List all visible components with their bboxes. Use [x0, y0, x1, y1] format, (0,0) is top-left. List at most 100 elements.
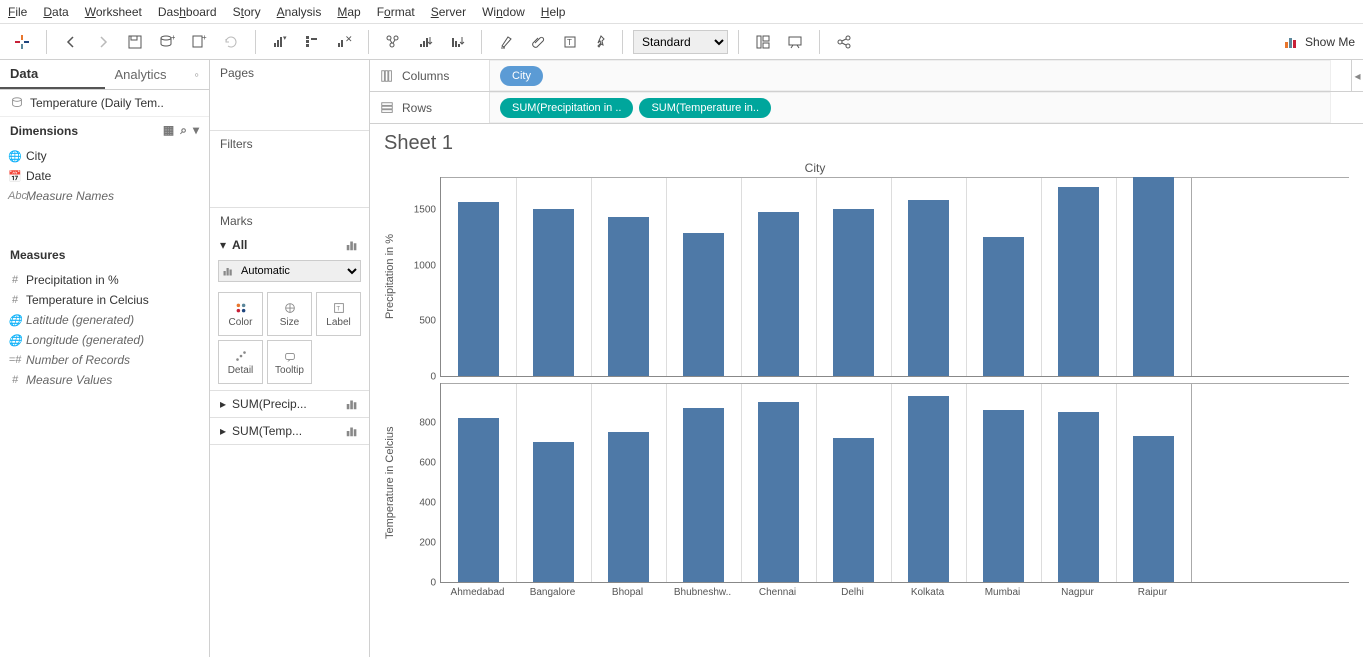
marks-sum-temp[interactable]: ▸SUM(Temp... [210, 417, 369, 444]
refresh-button[interactable] [217, 28, 245, 56]
bar-nagpur[interactable] [1058, 187, 1099, 376]
bar-bangalore[interactable] [533, 442, 574, 582]
menu-icon[interactable]: ▾ [193, 123, 199, 138]
search-icon[interactable]: ⌕ [180, 123, 187, 138]
pill-city[interactable]: City [500, 66, 543, 86]
bar-bhubneshw..[interactable] [683, 408, 724, 582]
dimensions-header: Dimensions [10, 124, 78, 138]
pages-shelf[interactable]: Pages [210, 60, 369, 86]
marks-tooltip[interactable]: Tooltip [267, 340, 312, 384]
menu-map[interactable]: Map [337, 5, 360, 19]
x-tick-delhi: Delhi [815, 583, 890, 598]
bar-nagpur[interactable] [1058, 412, 1099, 582]
back-button[interactable] [57, 28, 85, 56]
swap-button[interactable]: ▾ [266, 28, 294, 56]
sort-asc-button[interactable] [298, 28, 326, 56]
bar-raipur[interactable] [1133, 436, 1174, 582]
marks-all-toggle[interactable]: ▾All [210, 234, 369, 256]
measure-longitude-generated-[interactable]: 🌐Longitude (generated) [0, 330, 209, 350]
dimension-city[interactable]: 🌐City [0, 146, 209, 166]
bar-bhubneshw..[interactable] [683, 233, 724, 376]
dimension-measure-names[interactable]: AbcMeasure Names [0, 186, 209, 206]
measure-latitude-generated-[interactable]: 🌐Latitude (generated) [0, 310, 209, 330]
pill-sum-temperature-in-[interactable]: SUM(Temperature in.. [639, 98, 771, 118]
marks-color[interactable]: Color [218, 292, 263, 336]
bar-bangalore[interactable] [533, 209, 574, 376]
filters-shelf[interactable]: Filters [210, 131, 369, 157]
menu-window[interactable]: Window [482, 5, 525, 19]
rows-shelf[interactable]: SUM(Precipitation in .. SUM(Temperature i… [490, 92, 1331, 123]
marks-sum-precip[interactable]: ▸SUM(Precip... [210, 390, 369, 417]
menu-worksheet[interactable]: Worksheet [85, 5, 142, 19]
bar-ahmedabad[interactable] [458, 418, 499, 582]
presentation-button[interactable] [781, 28, 809, 56]
bar-delhi[interactable] [833, 438, 874, 582]
datasource-item[interactable]: Temperature (Daily Tem.. [0, 90, 209, 117]
menu-format[interactable]: Format [377, 5, 415, 19]
view-toggle-icon[interactable]: ▦ [163, 123, 174, 138]
tableau-logo[interactable] [8, 28, 36, 56]
menu-analysis[interactable]: Analysis [277, 5, 322, 19]
bar-bhopal[interactable] [608, 432, 649, 582]
menu-data[interactable]: Data [43, 5, 68, 19]
marks-label[interactable]: TLabel [316, 292, 361, 336]
bar-bhopal[interactable] [608, 217, 649, 376]
new-worksheet-button[interactable]: + [185, 28, 213, 56]
bar-mumbai[interactable] [983, 410, 1024, 582]
dimension-date[interactable]: 📅Date [0, 166, 209, 186]
group-button[interactable] [379, 28, 407, 56]
measures-header: Measures [0, 238, 209, 268]
share-button[interactable] [830, 28, 858, 56]
marks-size[interactable]: Size [267, 292, 312, 336]
new-datasource-button[interactable]: + [153, 28, 181, 56]
bar-delhi[interactable] [833, 209, 874, 376]
measure-temperature-in-celcius[interactable]: #Temperature in Celcius [0, 290, 209, 310]
marks-detail[interactable]: Detail [218, 340, 263, 384]
bar-chennai[interactable] [758, 212, 799, 376]
paperclip-icon[interactable] [524, 28, 552, 56]
pill-sum-precipitation-in-[interactable]: SUM(Precipitation in .. [500, 98, 633, 118]
save-button[interactable] [121, 28, 149, 56]
sheet-title[interactable]: Sheet 1 [384, 132, 1349, 155]
measure-precipitation-in-[interactable]: #Precipitation in % [0, 270, 209, 290]
measure-number-of-records[interactable]: =#Number of Records [0, 350, 209, 370]
bar-chennai[interactable] [758, 402, 799, 582]
svg-text:T: T [336, 305, 340, 312]
bar-ahmedabad[interactable] [458, 202, 499, 376]
show-cards-button[interactable] [749, 28, 777, 56]
forward-button[interactable] [89, 28, 117, 56]
menu-server[interactable]: Server [431, 5, 466, 19]
menu-help[interactable]: Help [541, 5, 566, 19]
y-axis-label: Temperature in Celcius [384, 383, 400, 583]
menu-dashboard[interactable]: Dashboard [158, 5, 217, 19]
sort-desc-icon[interactable] [443, 28, 471, 56]
bar-mumbai[interactable] [983, 237, 1024, 376]
x-tick-raipur: Raipur [1115, 583, 1190, 598]
svg-text:+: + [202, 34, 207, 42]
chart-plot-0[interactable] [440, 177, 1349, 377]
label-button[interactable]: T [556, 28, 584, 56]
columns-shelf[interactable]: City [490, 60, 1331, 91]
menu-story[interactable]: Story [233, 5, 261, 19]
sort-asc-icon[interactable] [411, 28, 439, 56]
mark-type-dropdown[interactable]: Automatic [218, 260, 361, 282]
x-tick-bangalore: Bangalore [515, 583, 590, 598]
bar-kolkata[interactable] [908, 396, 949, 582]
highlight-button[interactable] [492, 28, 520, 56]
menu-file[interactable]: File [8, 5, 27, 19]
svg-text:T: T [567, 38, 572, 47]
bar-kolkata[interactable] [908, 200, 949, 376]
show-me-button[interactable]: Show Me [1283, 34, 1355, 50]
y-axis-label: Precipitation in % [384, 177, 400, 377]
chart-plot-1[interactable] [440, 383, 1349, 583]
collapse-button[interactable]: ◂ [1351, 60, 1363, 91]
measure-measure-values[interactable]: #Measure Values [0, 370, 209, 390]
rows-shelf-label: Rows [370, 92, 490, 123]
clear-button[interactable]: ✕ [330, 28, 358, 56]
fit-dropdown[interactable]: Standard [633, 30, 728, 54]
pin-icon[interactable] [588, 28, 616, 56]
bar-raipur[interactable] [1133, 177, 1174, 376]
x-tick-ahmedabad: Ahmedabad [440, 583, 515, 598]
data-tab[interactable]: Data [0, 60, 105, 89]
analytics-tab[interactable]: Analytics◦ [105, 60, 210, 89]
